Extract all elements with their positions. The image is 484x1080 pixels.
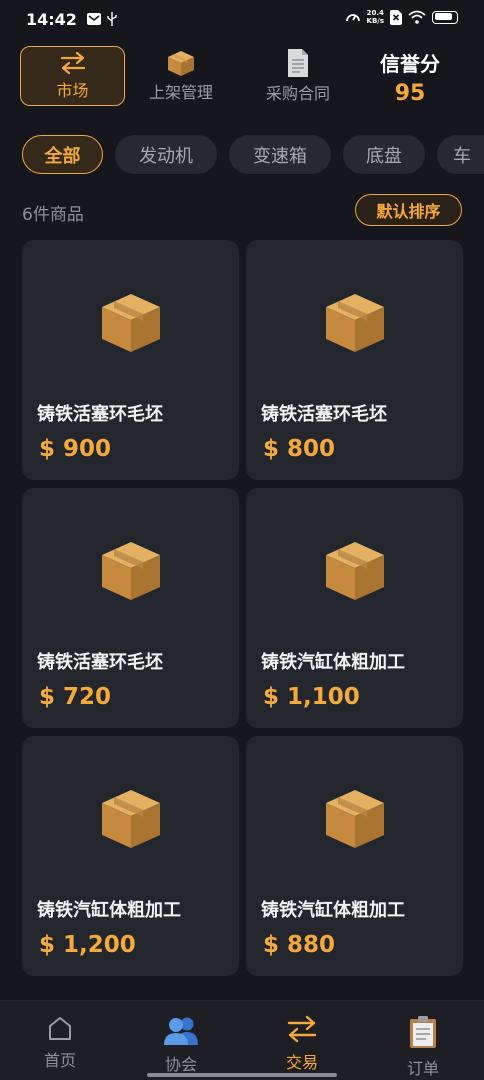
product-count: 6件商品 (22, 205, 84, 225)
product-name: 铸铁活塞环毛坯 (37, 404, 163, 425)
credit-score-panel: 信誉分 95 (362, 48, 458, 106)
credit-label: 信誉分 (380, 52, 440, 76)
home-indicator[interactable] (147, 1073, 337, 1077)
filter-chip-all[interactable]: 全部 (22, 135, 103, 174)
product-card[interactable]: 铸铁活塞环毛坯 $ 800 (246, 240, 463, 480)
box-icon (326, 542, 384, 600)
nav-orders[interactable]: 订单 (383, 1015, 463, 1079)
tab-market-label: 市场 (56, 81, 89, 100)
box-icon (102, 542, 160, 600)
product-name: 铸铁活塞环毛坯 (37, 652, 163, 673)
nav-trade-label: 交易 (285, 1053, 318, 1072)
net-speed-unit: KB/s (366, 17, 384, 25)
nav-association[interactable]: 协会 (141, 1015, 221, 1075)
market-screen: 14:42 20.4 KB/s 市场 上架管理 采购合同 信誉分 95 全部 发… (0, 0, 484, 1080)
product-name: 铸铁活塞环毛坯 (261, 404, 387, 425)
nav-home[interactable]: 首页 (20, 1015, 100, 1071)
box-icon (102, 790, 160, 848)
filter-chip-gearbox[interactable]: 变速箱 (229, 135, 331, 174)
product-card[interactable]: 铸铁活塞环毛坯 $ 900 (22, 240, 239, 480)
box-icon (102, 294, 160, 352)
box-icon (168, 51, 194, 76)
nav-home-label: 首页 (43, 1051, 76, 1070)
tab-purchase-contract[interactable]: 采购合同 (246, 46, 350, 106)
status-time: 14:42 (26, 9, 77, 29)
tab-contract-label: 采购合同 (265, 84, 330, 103)
category-filter-row: 全部 发动机 变速箱 底盘 车 (0, 135, 484, 175)
product-price: $ 800 (263, 436, 336, 462)
document-icon (288, 49, 308, 77)
battery-icon (432, 10, 458, 24)
product-price: $ 720 (39, 684, 112, 710)
net-speed-value: 20.4 (366, 9, 384, 17)
filter-chip-vehicle[interactable]: 车 (437, 135, 484, 174)
swap-arrows-icon (60, 51, 85, 75)
tab-listing-label: 上架管理 (148, 83, 213, 102)
swap-arrows-icon (287, 1015, 317, 1043)
product-price: $ 900 (39, 436, 112, 462)
sim-x-icon (390, 9, 402, 25)
product-card[interactable]: 铸铁汽缸体粗加工 $ 1,100 (246, 488, 463, 728)
nav-orders-label: 订单 (406, 1059, 439, 1078)
bottom-nav: 首页 协会 交易 订单 (0, 1000, 484, 1080)
box-icon (326, 294, 384, 352)
mail-icon (86, 13, 101, 25)
product-price: $ 880 (263, 932, 336, 958)
product-price: $ 1,200 (39, 932, 136, 958)
clipboard-icon (410, 1016, 436, 1048)
people-icon (164, 1017, 198, 1045)
product-name: 铸铁汽缸体粗加工 (261, 900, 405, 921)
product-card[interactable]: 铸铁汽缸体粗加工 $ 1,200 (22, 736, 239, 976)
speedometer-icon (345, 14, 360, 22)
wifi-icon (408, 10, 426, 24)
nav-association-label: 协会 (164, 1055, 197, 1074)
product-card[interactable]: 铸铁汽缸体粗加工 $ 880 (246, 736, 463, 976)
product-card[interactable]: 铸铁活塞环毛坯 $ 720 (22, 488, 239, 728)
product-name: 铸铁汽缸体粗加工 (261, 652, 405, 673)
sort-button[interactable]: 默认排序 (355, 194, 462, 226)
home-icon (49, 1017, 71, 1040)
product-name: 铸铁汽缸体粗加工 (37, 900, 181, 921)
tab-market[interactable]: 市场 (20, 46, 125, 106)
box-icon (326, 790, 384, 848)
status-bar: 14:42 20.4 KB/s (0, 0, 484, 38)
credit-score-value: 95 (394, 81, 426, 106)
nav-trade[interactable]: 交易 (262, 1015, 342, 1073)
filter-chip-chassis[interactable]: 底盘 (343, 135, 425, 174)
usb-icon (107, 12, 117, 26)
filter-chip-engine[interactable]: 发动机 (115, 135, 217, 174)
product-price: $ 1,100 (263, 684, 360, 710)
tab-listing-management[interactable]: 上架管理 (128, 46, 234, 106)
